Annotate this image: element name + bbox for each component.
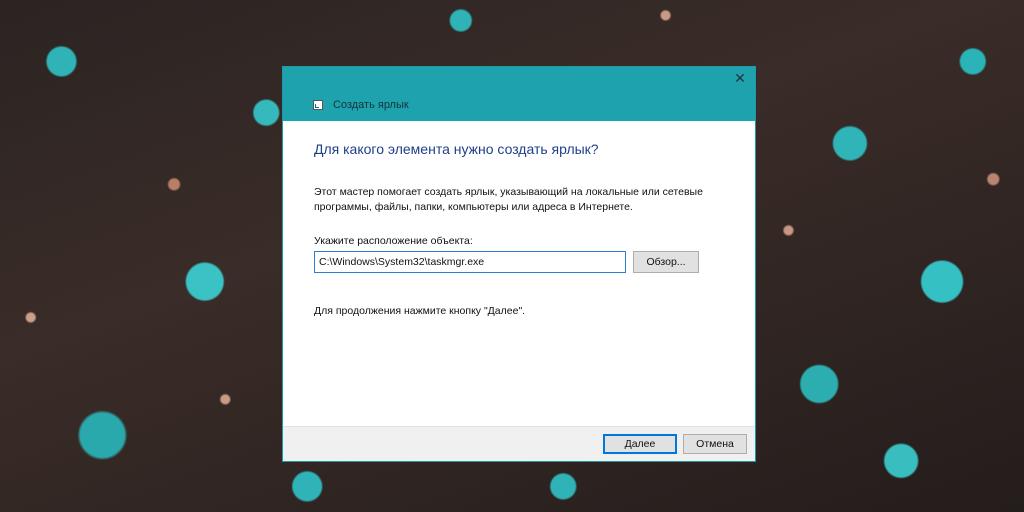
description-text: Этот мастер помогает создать ярлык, указ… bbox=[314, 186, 703, 213]
location-input[interactable] bbox=[314, 251, 626, 273]
cancel-button[interactable]: Отмена bbox=[683, 434, 747, 454]
next-button[interactable]: Далее bbox=[603, 434, 677, 454]
shortcut-icon bbox=[313, 100, 323, 110]
title-bar[interactable]: ✕ Создать ярлык bbox=[283, 67, 755, 121]
title-row: Создать ярлык bbox=[313, 99, 409, 111]
continue-hint: Для продолжения нажмите кнопку "Далее". bbox=[314, 305, 526, 317]
desktop-background: { "window": { "title": "Создать ярлык", … bbox=[0, 0, 1024, 512]
dialog-footer: Далее Отмена bbox=[283, 426, 755, 461]
browse-button[interactable]: Обзор... bbox=[633, 251, 699, 273]
page-heading: Для какого элемента нужно создать ярлык? bbox=[314, 141, 599, 157]
window-title: Создать ярлык bbox=[333, 99, 409, 111]
location-label: Укажите расположение объекта: bbox=[314, 235, 473, 247]
close-icon[interactable]: ✕ bbox=[733, 71, 747, 85]
create-shortcut-dialog: ✕ Создать ярлык Для какого элемента нужн… bbox=[282, 66, 756, 462]
